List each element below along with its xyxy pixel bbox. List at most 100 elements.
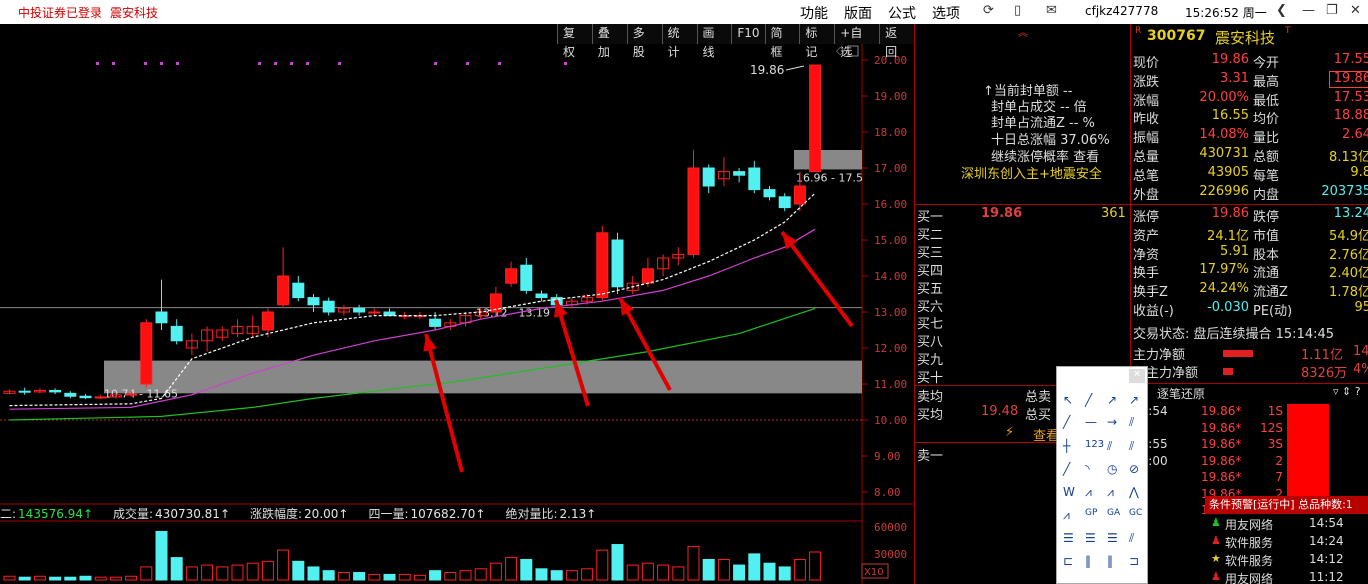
volume-bar bbox=[109, 576, 122, 581]
tb-simple[interactable]: 简框 bbox=[764, 24, 800, 59]
chart-toolbar: 复权 叠加 多股 统计 画线 F10 简框 标记 +自选 返回 bbox=[557, 24, 915, 59]
parallel-tool-icon[interactable]: ⫽ bbox=[1129, 415, 1134, 430]
channel-tool-icon[interactable]: ⫽ bbox=[1107, 439, 1112, 454]
cycle-tool-icon[interactable]: ‖ bbox=[1085, 554, 1091, 568]
mail-icon[interactable]: ✉ bbox=[1046, 3, 1057, 18]
fib-tool-icon[interactable]: ☰ bbox=[1063, 531, 1074, 545]
band-tool-icon[interactable]: ⫽ bbox=[1129, 439, 1134, 454]
pen-tool-icon[interactable]: ╱ bbox=[1063, 462, 1070, 476]
tb-overlay[interactable]: 叠加 bbox=[591, 24, 627, 59]
signal-dot bbox=[176, 62, 179, 65]
zigzag2-tool-icon[interactable]: ⩘ bbox=[1107, 485, 1114, 500]
arrow-tool-icon[interactable]: ↗ bbox=[1129, 393, 1139, 407]
tb-fuquan[interactable]: 复权 bbox=[557, 24, 592, 59]
circle-tool-icon[interactable]: ◷ bbox=[1107, 462, 1117, 476]
price-tick-label: 12.00 bbox=[874, 342, 907, 355]
zone-label: 16.96 - 17.5 bbox=[796, 171, 863, 184]
ga-tool-icon[interactable]: GA bbox=[1107, 508, 1120, 518]
kline-chart[interactable]: 20.0019.0018.0017.0016.0015.0014.0013.00… bbox=[0, 24, 915, 584]
menu-layout[interactable]: 版面 bbox=[844, 3, 872, 23]
gp-tool-icon[interactable]: GP bbox=[1085, 508, 1097, 518]
quote-value: 2.76亿 bbox=[1329, 247, 1368, 263]
menu-formula[interactable]: 公式 bbox=[888, 3, 916, 23]
restore-icon[interactable]: ❐ bbox=[1326, 3, 1338, 18]
hray-tool-icon[interactable]: → bbox=[1107, 415, 1117, 429]
fib3-tool-icon[interactable]: ☰ bbox=[1107, 531, 1118, 545]
signal-dot bbox=[306, 62, 309, 65]
refresh-icon[interactable]: ⟳ bbox=[983, 3, 994, 18]
volume-bar bbox=[748, 553, 761, 581]
avg-sell-label: 卖均 bbox=[917, 390, 944, 405]
volume-bar bbox=[185, 566, 198, 581]
price-tick-label: 19.00 bbox=[874, 90, 907, 103]
period-tool-icon[interactable]: ‖ bbox=[1107, 554, 1113, 568]
minimize-icon[interactable]: — bbox=[1302, 3, 1315, 18]
wave-tool-icon[interactable]: W bbox=[1063, 485, 1075, 499]
volume-bar bbox=[49, 576, 62, 581]
tb-return[interactable]: 返回 bbox=[879, 24, 915, 59]
bid-label-1: 买一 bbox=[917, 210, 944, 225]
fib2-tool-icon[interactable]: ☰ bbox=[1085, 531, 1096, 545]
volume-bar bbox=[581, 568, 594, 581]
quote-label: 昨收 bbox=[1133, 112, 1160, 128]
volume-bar bbox=[18, 576, 31, 581]
tb-multi[interactable]: 多股 bbox=[626, 24, 662, 59]
gc-tool-icon[interactable]: GC bbox=[1129, 508, 1142, 518]
forbid-tool-icon[interactable]: ⊘ bbox=[1129, 462, 1139, 476]
hline-tool-icon[interactable]: — bbox=[1085, 415, 1097, 429]
fan-tool-icon[interactable]: ⫽ bbox=[1129, 531, 1134, 546]
close-icon[interactable]: ✕ bbox=[1350, 3, 1361, 18]
zigzag-tool-icon[interactable]: ⩘ bbox=[1085, 485, 1092, 500]
arc-tool-icon[interactable]: ◝ bbox=[1085, 462, 1090, 476]
menu-function[interactable]: 功能 bbox=[800, 3, 828, 23]
indicator-2: 涨跌幅度: 20.00↑ bbox=[250, 507, 349, 521]
volume-bar bbox=[535, 568, 548, 581]
menu-options[interactable]: 选项 bbox=[932, 3, 960, 23]
quote-value: 17.53 bbox=[1333, 89, 1368, 105]
quote-label: 最低 bbox=[1253, 93, 1280, 109]
candle-body bbox=[307, 297, 320, 306]
candle-body bbox=[277, 275, 290, 306]
phone-icon[interactable]: ▯ bbox=[1014, 3, 1021, 18]
volume-bar bbox=[672, 566, 685, 581]
tb-add-watch[interactable]: +自选 bbox=[834, 24, 880, 59]
bracket-tool-icon[interactable]: ⊐ bbox=[1129, 554, 1139, 568]
peak-tool-icon[interactable]: ⋀ bbox=[1129, 485, 1139, 499]
quote-value: 54.9亿 bbox=[1329, 228, 1368, 244]
drawing-tools-palette[interactable]: ✕ ↖ ╱ ↗ ↗ ╱ — → ⫽ ┼ 123 ⫽ ⫽ ╱ ◝ ◷ ⊘ W ⩘ … bbox=[1056, 366, 1148, 584]
tick-cell: 19.86* bbox=[1201, 420, 1242, 435]
quote-label: 现价 bbox=[1133, 56, 1160, 71]
line-tool-icon[interactable]: ╱ bbox=[1085, 393, 1092, 407]
segment-tool-icon[interactable]: ╱ bbox=[1063, 415, 1070, 429]
ray-tool-icon[interactable]: ↗ bbox=[1107, 393, 1117, 407]
alert-time: 11:12 bbox=[1309, 570, 1344, 584]
alert-stock[interactable]: 用友网络 bbox=[1225, 516, 1273, 533]
collapse-icon[interactable]: ︽ bbox=[915, 24, 1131, 39]
alert-stock[interactable]: 软件服务 bbox=[1225, 534, 1273, 551]
volume-bar bbox=[79, 575, 92, 581]
quote-label: 总量 bbox=[1133, 150, 1160, 165]
cursor-tool-icon[interactable]: ↖ bbox=[1063, 393, 1073, 407]
annotation-arrow bbox=[780, 230, 854, 328]
trend-tool-icon[interactable]: ⩘ bbox=[1063, 508, 1070, 523]
tb-draw[interactable]: 画线 bbox=[696, 24, 732, 59]
volume-bar bbox=[231, 564, 244, 581]
count-tool-icon[interactable]: 123 bbox=[1085, 439, 1104, 450]
alert-stock[interactable]: 用友网络 bbox=[1225, 570, 1273, 584]
box-tool-icon[interactable]: ⊏ bbox=[1063, 554, 1073, 568]
quote-label: 总笔 bbox=[1133, 168, 1160, 184]
tb-mark[interactable]: 标记 bbox=[799, 24, 835, 59]
vline-tool-icon[interactable]: ┼ bbox=[1063, 439, 1070, 453]
palette-close-icon[interactable]: ✕ bbox=[1129, 369, 1145, 383]
quote-label: 涨停 bbox=[1133, 210, 1160, 225]
tb-stats[interactable]: 统计 bbox=[661, 24, 697, 59]
quote-label: PE(动) bbox=[1253, 304, 1293, 319]
alert-stock[interactable]: 软件服务 bbox=[1225, 552, 1273, 569]
quote-value: 24.1亿 bbox=[1207, 228, 1249, 244]
back-icon[interactable]: ❮ bbox=[1276, 3, 1287, 18]
candle-body bbox=[64, 392, 77, 397]
volume-bar bbox=[261, 560, 274, 581]
price-tick-label: 16.00 bbox=[874, 198, 907, 211]
tick-panel-controls[interactable]: ▿ ⇕ ? bbox=[1333, 385, 1361, 398]
tb-f10[interactable]: F10 bbox=[731, 24, 765, 44]
